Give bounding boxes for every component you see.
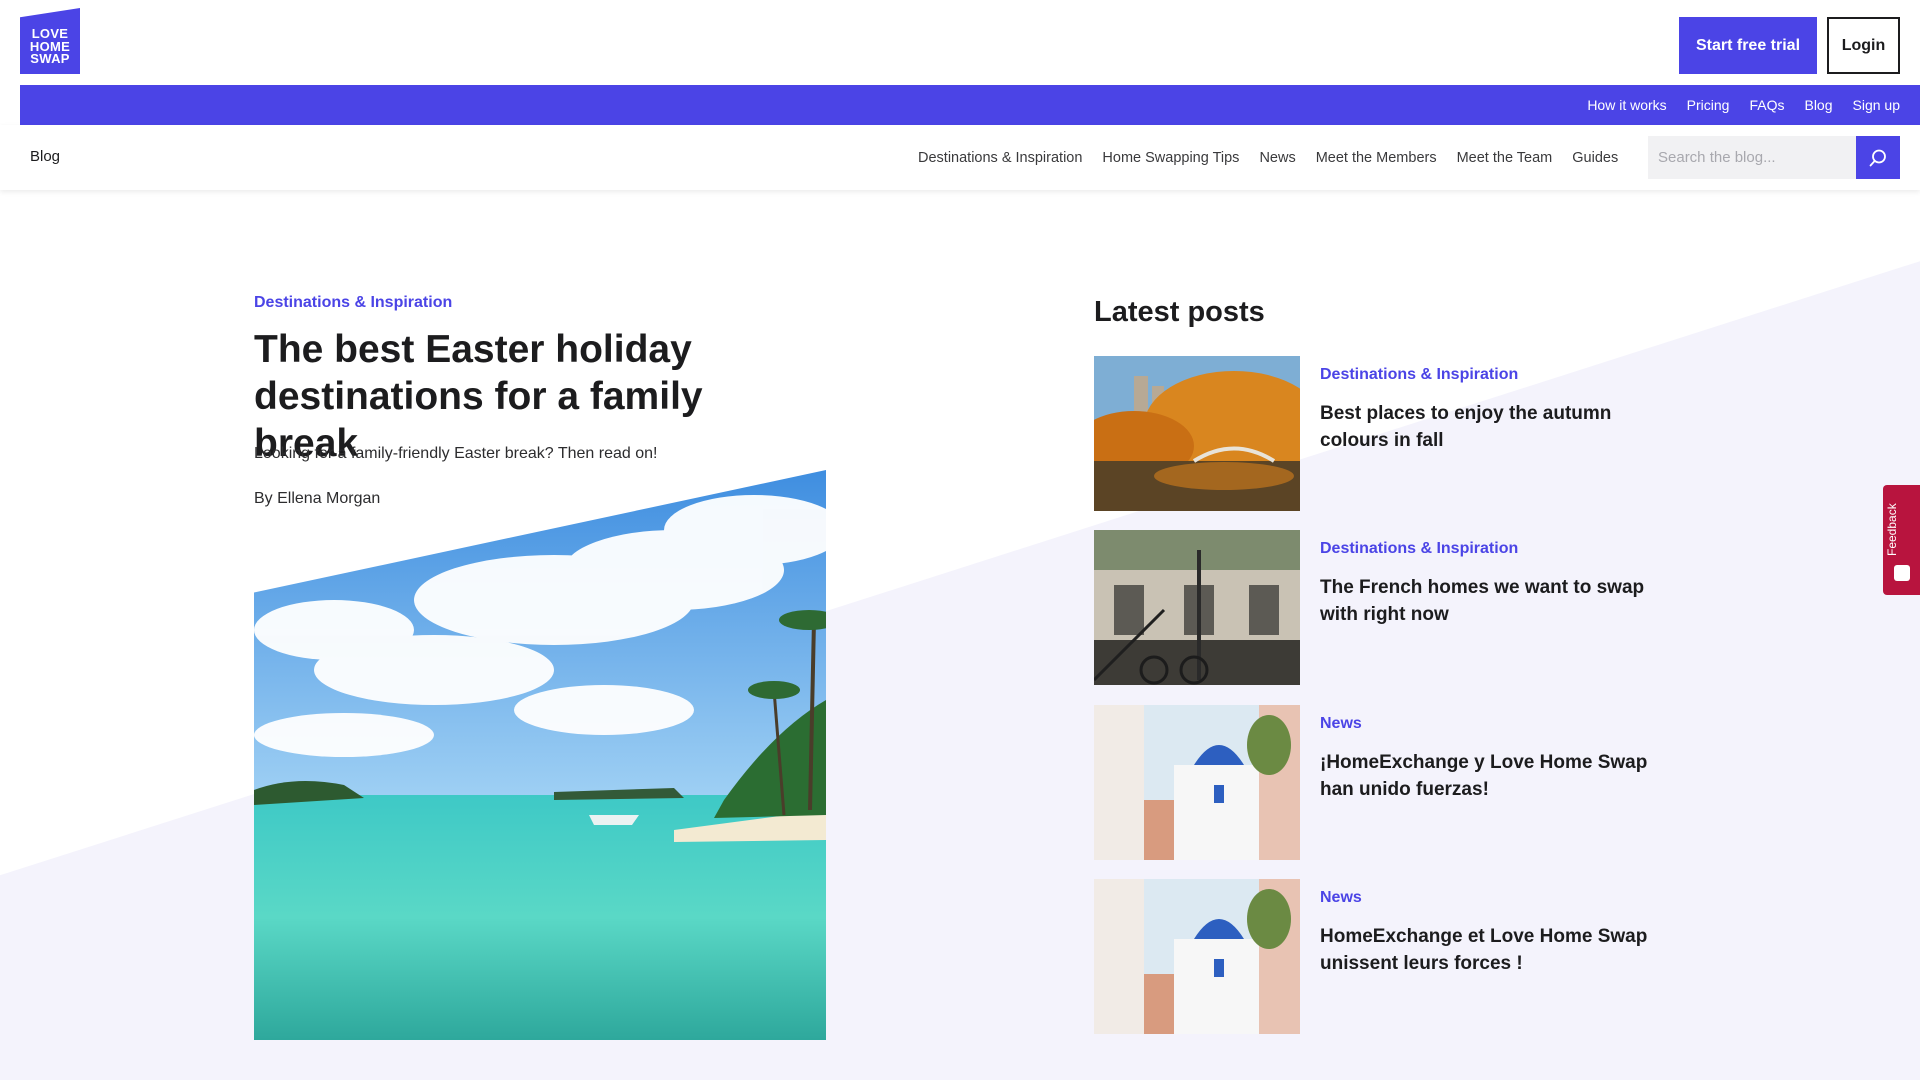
- logo-line-3: SWAP: [30, 51, 70, 66]
- feedback-tab[interactable]: Feedback: [1883, 485, 1920, 595]
- blog-home-link[interactable]: Blog: [30, 148, 60, 165]
- search-button[interactable]: [1856, 136, 1900, 179]
- main-nav: How it works Pricing FAQs Blog Sign up: [20, 85, 1920, 125]
- latest-post-card[interactable]: Destinations & Inspiration Best places t…: [1094, 356, 1674, 511]
- love-home-swap-logo[interactable]: LOVE HOME SWAP: [20, 8, 80, 74]
- post-title[interactable]: The French homes we want to swap with ri…: [1320, 574, 1660, 628]
- post-thumbnail[interactable]: [1094, 879, 1300, 1034]
- article-author: By Ellena Morgan: [254, 490, 381, 507]
- article-category[interactable]: Destinations & Inspiration: [254, 294, 452, 312]
- article-excerpt: Looking for a family-friendly Easter bre…: [254, 445, 658, 462]
- nav-pricing[interactable]: Pricing: [1687, 97, 1730, 113]
- latest-posts-heading: Latest posts: [1094, 296, 1265, 328]
- blog-nav-home-swapping-tips[interactable]: Home Swapping Tips: [1102, 150, 1239, 166]
- latest-post-card[interactable]: News ¡HomeExchange y Love Home Swap han …: [1094, 705, 1674, 860]
- blog-search-input[interactable]: [1648, 136, 1856, 179]
- post-thumbnail[interactable]: [1094, 356, 1300, 511]
- nav-faqs[interactable]: FAQs: [1749, 97, 1784, 113]
- nav-sign-up[interactable]: Sign up: [1853, 97, 1900, 113]
- feedback-icon: [1894, 565, 1910, 581]
- post-category[interactable]: News: [1320, 715, 1362, 733]
- start-free-trial-button[interactable]: Start free trial: [1679, 17, 1817, 74]
- site-header: LOVE HOME SWAP Start free trial Login: [0, 0, 1920, 85]
- post-title[interactable]: HomeExchange et Love Home Swap unissent …: [1320, 923, 1660, 977]
- post-title[interactable]: ¡HomeExchange y Love Home Swap han unido…: [1320, 749, 1660, 803]
- blog-nav: Blog Destinations & Inspiration Home Swa…: [0, 125, 1920, 190]
- latest-post-card[interactable]: News HomeExchange et Love Home Swap unis…: [1094, 879, 1674, 1034]
- nav-how-it-works[interactable]: How it works: [1587, 97, 1666, 113]
- article-hero-image[interactable]: [254, 470, 826, 1040]
- post-category[interactable]: Destinations & Inspiration: [1320, 540, 1518, 558]
- blog-nav-guides[interactable]: Guides: [1572, 150, 1618, 166]
- latest-post-card[interactable]: Destinations & Inspiration The French ho…: [1094, 530, 1674, 685]
- post-title[interactable]: Best places to enjoy the autumn colours …: [1320, 400, 1660, 454]
- nav-blog[interactable]: Blog: [1804, 97, 1832, 113]
- feedback-label: Feedback: [1885, 503, 1899, 557]
- login-button[interactable]: Login: [1827, 17, 1900, 74]
- post-thumbnail[interactable]: [1094, 530, 1300, 685]
- post-category[interactable]: News: [1320, 889, 1362, 907]
- blog-nav-meet-the-members[interactable]: Meet the Members: [1316, 150, 1437, 166]
- post-category[interactable]: Destinations & Inspiration: [1320, 366, 1518, 384]
- post-thumbnail[interactable]: [1094, 705, 1300, 860]
- blog-nav-news[interactable]: News: [1259, 150, 1295, 166]
- blog-nav-meet-the-team[interactable]: Meet the Team: [1457, 150, 1553, 166]
- blog-nav-destinations[interactable]: Destinations & Inspiration: [918, 150, 1082, 166]
- search-icon: [1869, 149, 1886, 166]
